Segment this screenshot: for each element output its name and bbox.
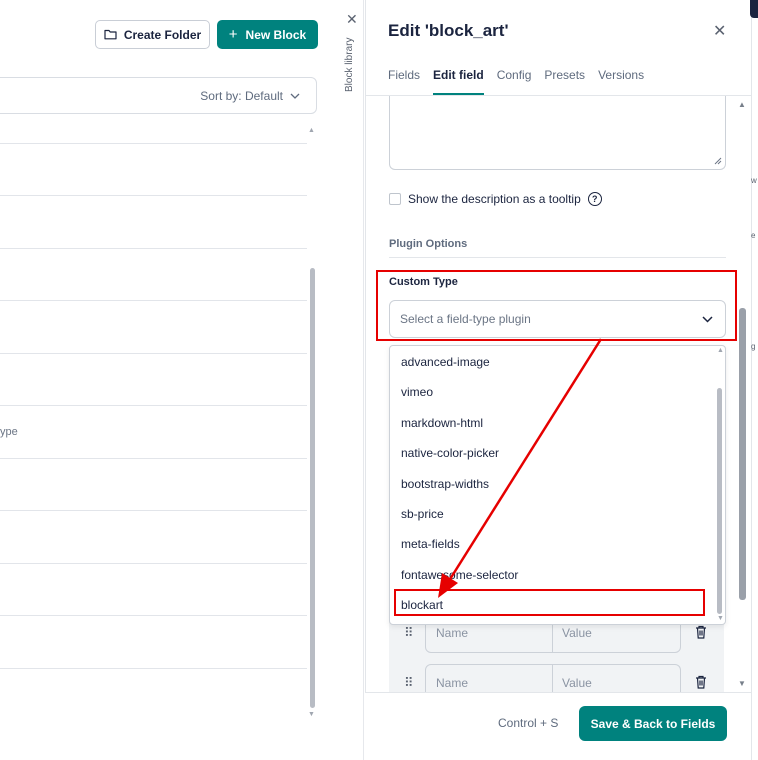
edge-text-fragment: e bbox=[751, 231, 756, 240]
list-divider bbox=[0, 615, 307, 616]
drag-handle-icon[interactable]: ⠿ bbox=[404, 675, 413, 691]
tooltip-checkbox-label[interactable]: Show the description as a tooltip bbox=[408, 192, 581, 206]
list-divider bbox=[0, 563, 307, 564]
plugin-options-header: Plugin Options bbox=[389, 238, 468, 250]
list-divider bbox=[0, 353, 307, 354]
scroll-up-arrow[interactable]: ▲ bbox=[308, 127, 315, 134]
plugin-option[interactable]: vimeo bbox=[401, 385, 433, 399]
tab-edit-field[interactable]: Edit field bbox=[433, 68, 484, 95]
scroll-up-arrow[interactable]: ▲ bbox=[717, 347, 724, 354]
scroll-down-arrow[interactable]: ▼ bbox=[308, 711, 315, 718]
edge-text-fragment: w bbox=[751, 176, 757, 185]
folder-icon bbox=[104, 29, 117, 40]
plugin-option[interactable]: sb-price bbox=[401, 507, 444, 521]
list-divider bbox=[0, 300, 307, 301]
block-library-list: Create Folder + New Block Sort by: Defau… bbox=[0, 0, 340, 760]
resize-handle-icon[interactable] bbox=[714, 157, 722, 165]
plus-icon: + bbox=[228, 26, 238, 43]
plugin-option[interactable]: markdown-html bbox=[401, 416, 483, 430]
tab-presets[interactable]: Presets bbox=[544, 68, 585, 95]
plugin-option[interactable]: native-color-picker bbox=[401, 446, 499, 460]
list-divider bbox=[0, 143, 307, 144]
field-type-plugin-listbox: advanced-image vimeo markdown-html nativ… bbox=[389, 345, 726, 625]
block-library-label[interactable]: Block library bbox=[344, 32, 355, 92]
plugin-option[interactable]: advanced-image bbox=[401, 355, 490, 369]
create-folder-label: Create Folder bbox=[123, 27, 202, 42]
panel-scrollbar-thumb[interactable] bbox=[739, 308, 746, 600]
block-library-strip bbox=[340, 0, 364, 760]
tab-fields[interactable]: Fields bbox=[388, 68, 420, 95]
panel-title: Edit 'block_art' bbox=[388, 21, 509, 40]
chevron-down-icon bbox=[290, 93, 300, 99]
new-block-button[interactable]: + New Block bbox=[217, 20, 318, 49]
blockart-highlight-box bbox=[394, 589, 705, 616]
plugin-options-divider bbox=[389, 257, 726, 258]
save-and-back-button[interactable]: Save & Back to Fields bbox=[579, 706, 727, 741]
plugin-option[interactable]: meta-fields bbox=[401, 537, 460, 551]
list-divider bbox=[0, 405, 307, 406]
trash-icon[interactable] bbox=[695, 625, 707, 639]
sort-dropdown[interactable]: Sort by: Default bbox=[0, 77, 317, 114]
list-divider bbox=[0, 510, 307, 511]
list-divider bbox=[0, 248, 307, 249]
background-window-tab bbox=[750, 0, 758, 18]
list-divider bbox=[0, 668, 307, 669]
background-window-edge bbox=[751, 0, 758, 760]
trash-icon[interactable] bbox=[695, 675, 707, 689]
list-scrollbar-thumb[interactable] bbox=[310, 268, 315, 708]
list-divider bbox=[0, 458, 307, 459]
new-block-label: New Block bbox=[245, 27, 307, 42]
tooltip-checkbox-row: Show the description as a tooltip ? bbox=[389, 192, 602, 206]
tab-versions[interactable]: Versions bbox=[598, 68, 644, 95]
scroll-down-arrow[interactable]: ▼ bbox=[738, 679, 746, 688]
list-divider bbox=[0, 195, 307, 196]
plugin-option[interactable]: fontawesome-selector bbox=[401, 568, 518, 582]
close-icon[interactable]: ✕ bbox=[713, 21, 726, 41]
shortcut-hint: Control + S bbox=[498, 716, 559, 730]
edge-text-fragment: g bbox=[751, 342, 756, 351]
create-folder-button[interactable]: Create Folder bbox=[95, 20, 210, 49]
dropdown-scrollbar-thumb[interactable] bbox=[717, 388, 722, 614]
panel-tabs: Fields Edit field Config Presets Version… bbox=[388, 68, 644, 95]
tooltip-checkbox[interactable] bbox=[389, 193, 401, 205]
description-textarea[interactable] bbox=[389, 96, 726, 170]
help-icon[interactable]: ? bbox=[587, 192, 602, 206]
custom-type-highlight-box bbox=[376, 270, 737, 341]
sort-label: Sort by: Default bbox=[200, 88, 283, 103]
drag-handle-icon[interactable]: ⠿ bbox=[404, 625, 413, 641]
scroll-up-arrow[interactable]: ▲ bbox=[738, 100, 746, 109]
close-library-icon[interactable]: ✕ bbox=[346, 11, 358, 28]
scroll-down-arrow[interactable]: ▼ bbox=[717, 615, 724, 622]
list-item-partial-text: ype bbox=[0, 426, 18, 438]
tab-config[interactable]: Config bbox=[497, 68, 532, 95]
plugin-option[interactable]: bootstrap-widths bbox=[401, 477, 489, 491]
